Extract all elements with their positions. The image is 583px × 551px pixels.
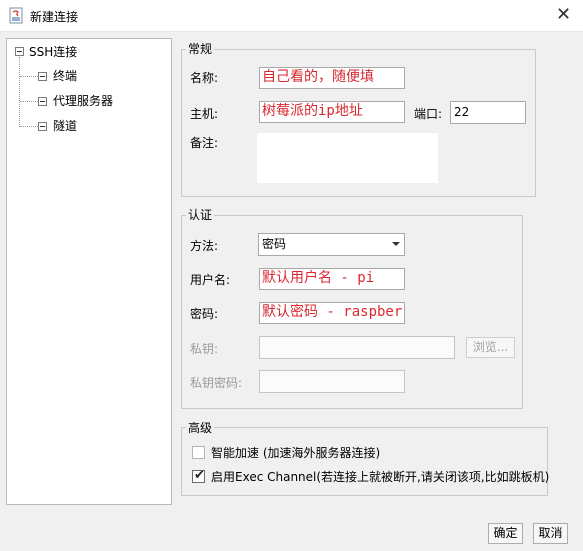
key-password-label: 私钥密码:: [190, 376, 243, 390]
exec-channel-label: 启用Exec Channel(若连接上就被断开,请关闭该项,比如跳板机): [211, 470, 550, 484]
key-password-field: [259, 370, 405, 393]
window-title: 新建连接: [30, 10, 79, 24]
method-label: 方法:: [190, 239, 219, 253]
password-label: 密码:: [190, 307, 219, 321]
tree-item-proxy[interactable]: 代理服务器: [53, 91, 113, 111]
password-field[interactable]: 默认密码 - raspberry: [259, 302, 405, 324]
general-legend: 常规: [186, 42, 215, 56]
smart-accel-label: 智能加速 (加速海外服务器连接): [211, 446, 381, 460]
tree-connector: [20, 101, 38, 102]
collapse-icon[interactable]: [38, 97, 47, 106]
tree-connector: [20, 126, 38, 127]
note-label: 备注:: [190, 136, 219, 150]
private-key-field: [259, 336, 455, 359]
tree-item-ssh[interactable]: SSH连接: [29, 42, 77, 62]
cancel-button[interactable]: 取消: [533, 523, 568, 544]
close-icon[interactable]: ✕: [556, 4, 571, 25]
tree-item-terminal[interactable]: 终端: [53, 66, 77, 86]
tree-connector: [19, 57, 20, 127]
collapse-icon[interactable]: [38, 122, 47, 131]
host-field[interactable]: 树莓派的ip地址: [259, 101, 405, 123]
username-field[interactable]: 默认用户名 - pi: [259, 268, 405, 290]
title-bar: 新建连接 ✕: [0, 0, 583, 32]
method-select[interactable]: 密码: [258, 233, 405, 256]
collapse-icon[interactable]: [15, 47, 24, 56]
checkmark-icon: ✔: [194, 468, 205, 483]
username-label: 用户名:: [190, 273, 231, 287]
port-label: 端口:: [414, 107, 443, 121]
note-textarea[interactable]: [257, 133, 438, 183]
advanced-legend: 高级: [186, 421, 215, 435]
java-app-icon: [9, 7, 23, 24]
name-field[interactable]: 自己看的，随便填: [259, 67, 405, 89]
tree-item-tunnel[interactable]: 隧道: [53, 116, 77, 136]
exec-channel-checkbox[interactable]: ✔: [192, 468, 205, 483]
name-label: 名称:: [190, 71, 219, 85]
chevron-down-icon: [392, 242, 400, 246]
private-key-label: 私钥:: [190, 342, 219, 356]
auth-legend: 认证: [186, 208, 215, 222]
host-label: 主机:: [190, 107, 219, 121]
smart-accel-checkbox[interactable]: [192, 446, 205, 459]
settings-tree: SSH连接 终端 代理服务器 隧道: [6, 38, 172, 505]
browse-button[interactable]: 浏览...: [466, 337, 515, 358]
collapse-icon[interactable]: [38, 72, 47, 81]
advanced-group: [181, 427, 548, 496]
method-select-value: 密码: [262, 237, 287, 251]
ok-button[interactable]: 确定: [488, 523, 523, 544]
port-field[interactable]: 22: [450, 101, 526, 124]
tree-connector: [20, 76, 38, 77]
